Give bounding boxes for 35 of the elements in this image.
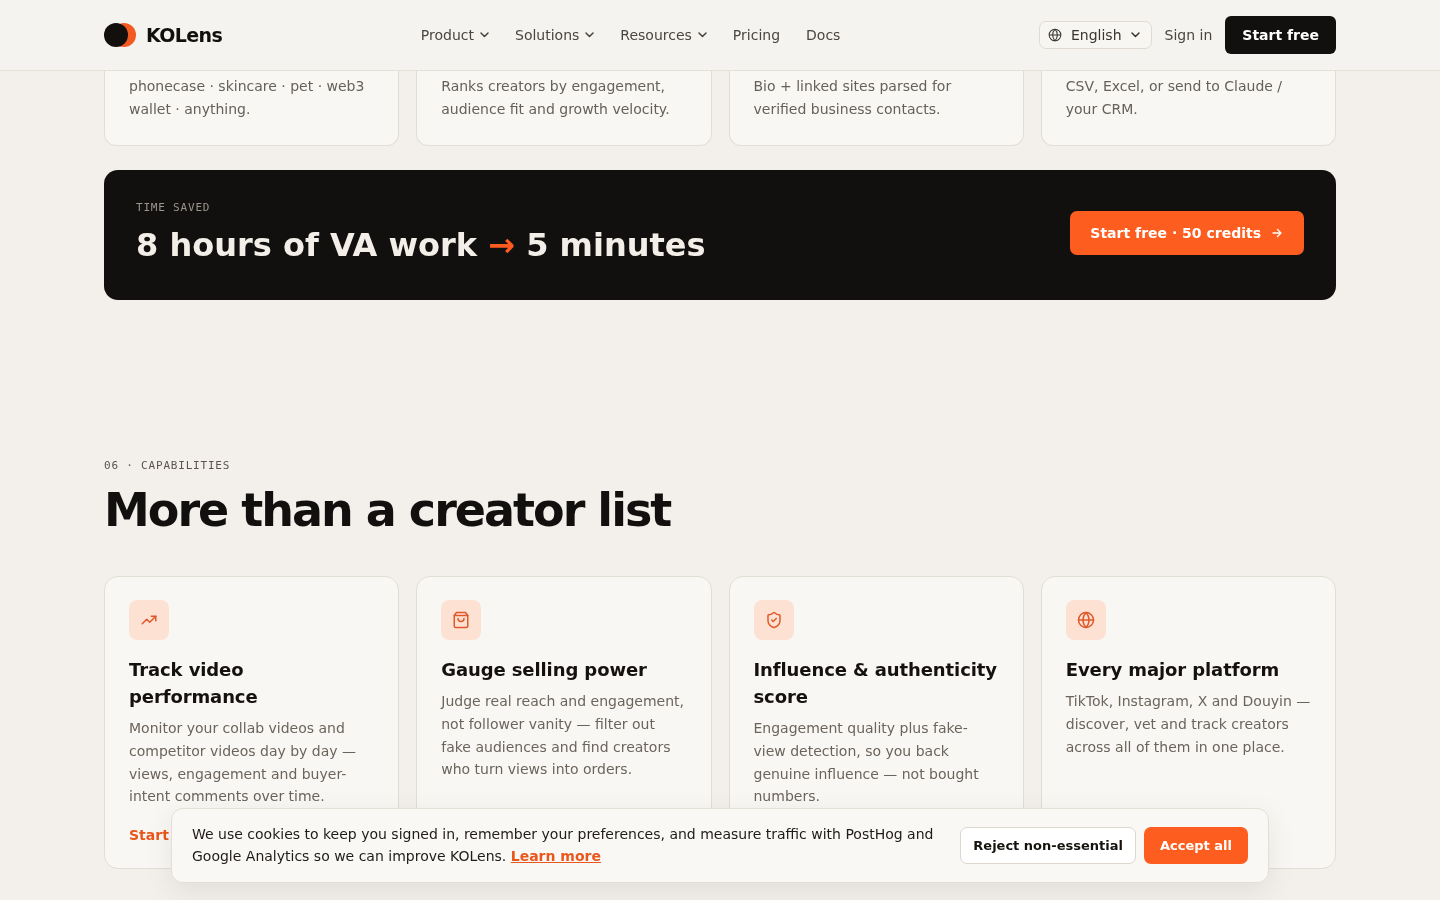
capability-description: Judge real reach and engagement, not follower vanity — filter out fake audiences and find creators who turn views into orders. xyxy=(441,692,686,780)
globe-icon xyxy=(1048,28,1062,42)
brand-name: KOLens xyxy=(146,24,223,46)
nav-link[interactable]: Docs xyxy=(806,27,841,43)
sign-in-link[interactable]: Sign in xyxy=(1163,27,1214,43)
capability-description: TikTok, Instagram, X and Douyin — discover, vet and track creators across all of them in one place. xyxy=(1065,692,1311,757)
shield-check-icon xyxy=(753,600,794,640)
cookie-notice-text: We use cookies to keep you signed in, remember your preferences, and measure traffic with PostHog and Google Analytics so we can improve KOLens. Learn more xyxy=(192,825,935,866)
language-select[interactable]: English xyxy=(1039,21,1152,49)
shopping-bag-icon xyxy=(441,600,482,640)
nav-link[interactable]: Resources xyxy=(620,27,707,43)
nav-link[interactable]: Product xyxy=(420,27,489,43)
globe-icon xyxy=(1065,600,1106,640)
banner-eyebrow: TIME SAVED xyxy=(136,201,212,215)
arrow-right-icon xyxy=(1271,227,1283,239)
nav-link[interactable]: Solutions xyxy=(515,27,595,43)
feature-description: Ranks creators by engagement, audience fit and growth velocity. xyxy=(441,77,671,119)
feature-description: Bio + linked sites parsed for verified business contacts. xyxy=(753,77,953,119)
capability-description: Monitor your collab videos and competitor videos day by day — views, engagement and buyer-intent comments over time. xyxy=(129,719,358,807)
capability-title: Gauge selling power xyxy=(441,658,648,682)
chevron-down-icon xyxy=(1130,32,1140,38)
logo-icon xyxy=(104,23,136,47)
capability-title: Every major platform xyxy=(1065,658,1281,682)
reject-button[interactable]: Reject non-essential xyxy=(960,827,1136,864)
start-free-button[interactable]: Start free xyxy=(1225,16,1336,54)
nav-link[interactable]: Pricing xyxy=(732,27,781,43)
feature-description: phonecase · skincare · pet · web3 wallet · anything. xyxy=(129,77,366,119)
section-eyebrow: 06 · CAPABILITIES xyxy=(104,459,232,473)
capability-description: Engagement quality plus fake-view detection, so you back genuine influence — not bought numbers. xyxy=(753,719,980,807)
section-heading: More than a creator list xyxy=(104,484,672,536)
capability-title: Influence & authenticity score xyxy=(753,658,998,709)
banner-headline: 8 hours of VA work → 5 minutes xyxy=(136,225,706,265)
feature-description: CSV, Excel, or send to Claude / your CRM. xyxy=(1065,77,1284,119)
capability-title: Track video performance xyxy=(129,658,259,709)
trend-up-icon xyxy=(129,600,169,640)
